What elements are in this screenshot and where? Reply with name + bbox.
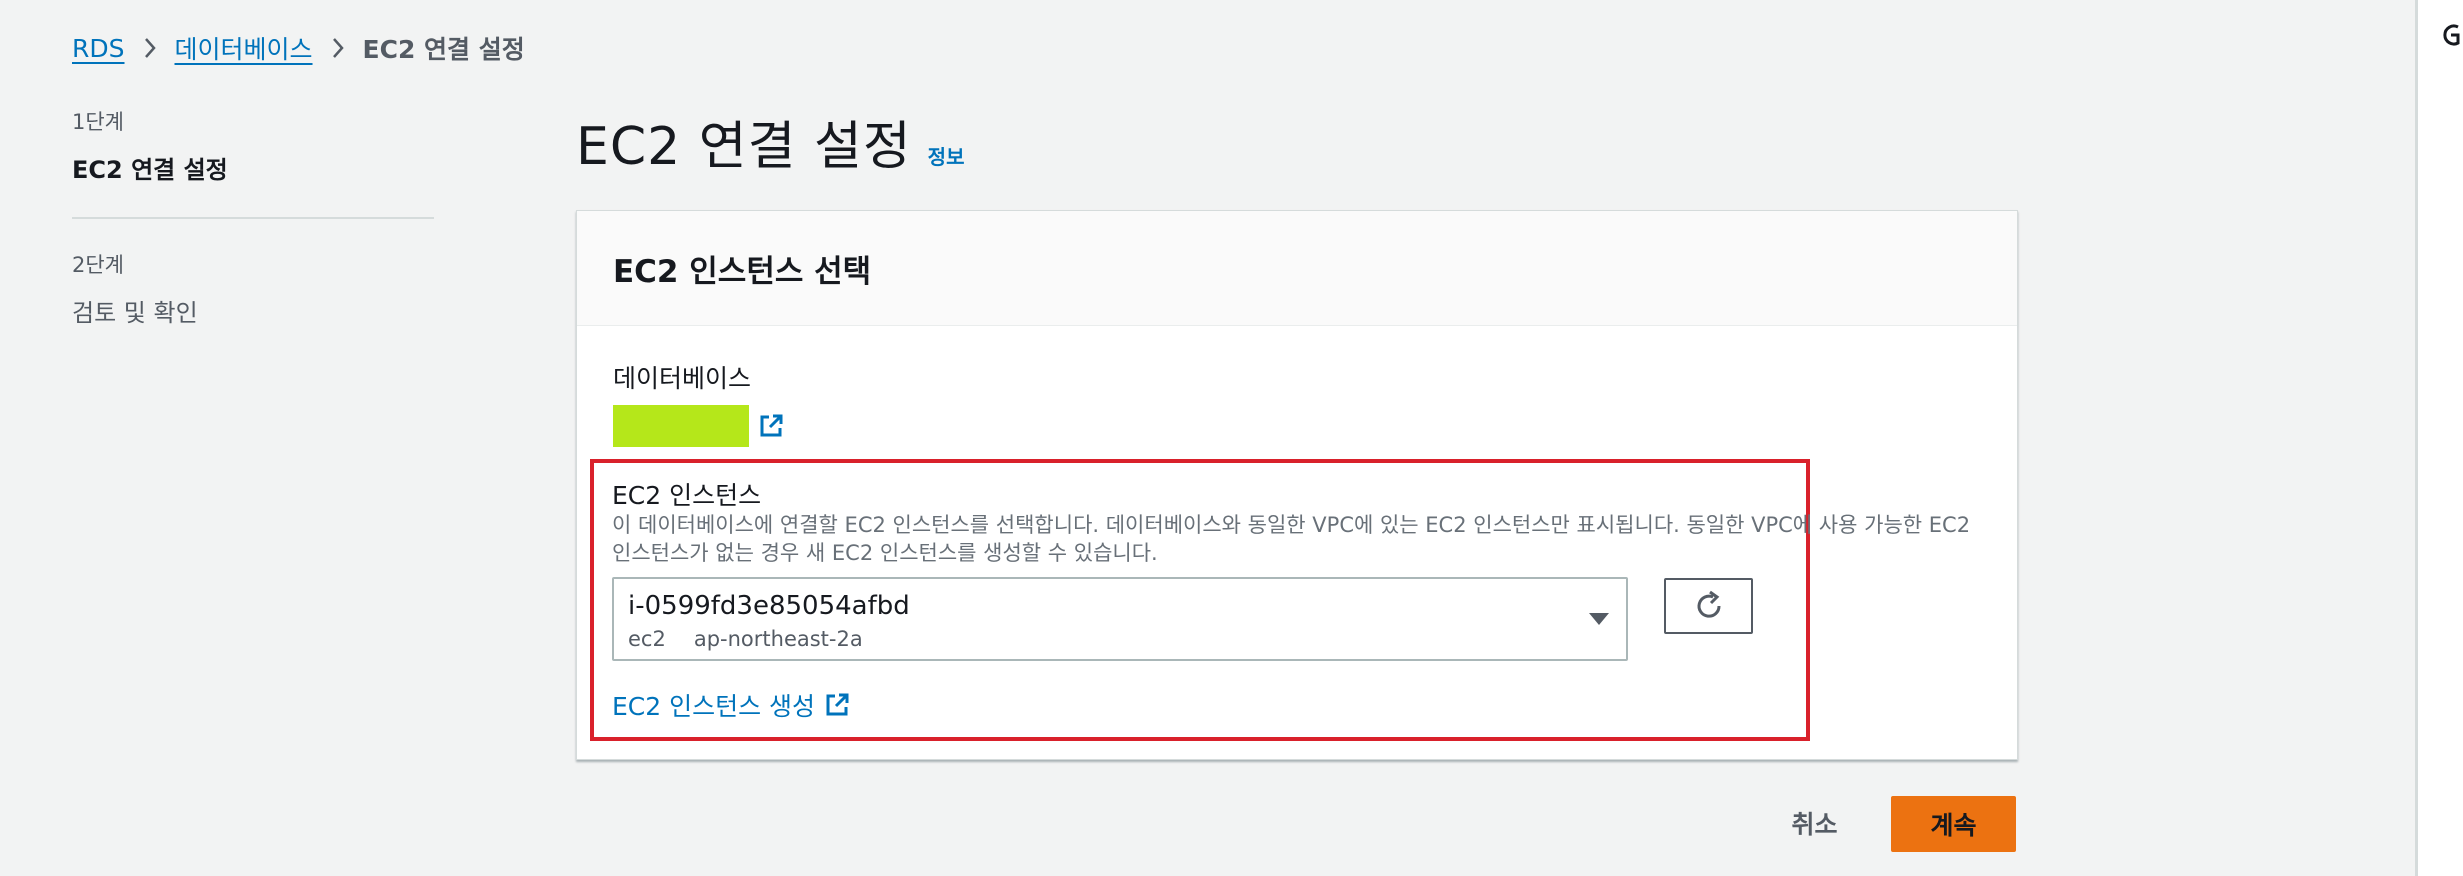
step-1: 1단계 EC2 연결 설정: [72, 106, 434, 185]
breadcrumb-current: EC2 연결 설정: [362, 35, 525, 64]
chevron-right-icon: [143, 36, 157, 60]
step-divider: [72, 217, 434, 219]
panel-header: EC2 인스턴스 선택: [577, 211, 2017, 326]
external-link-icon: [823, 691, 851, 719]
ec2-instance-label: EC2 인스턴스: [612, 481, 762, 510]
panel-title: EC2 인스턴스 선택: [613, 253, 872, 290]
refresh-icon: [1692, 589, 1726, 623]
ec2-instance-select[interactable]: i-0599fd3e85054afbd ec2 ap-northeast-2a: [612, 577, 1628, 661]
wizard-steps: 1단계 EC2 연결 설정 2단계 검토 및 확인: [72, 106, 434, 328]
side-panel-icon[interactable]: [2440, 20, 2462, 50]
instance-az-tag: ap-northeast-2a: [693, 627, 863, 651]
step-1-label: 1단계: [72, 110, 125, 134]
database-field: 데이터베이스: [613, 359, 785, 447]
refresh-button[interactable]: [1664, 578, 1753, 634]
breadcrumb: RDS 데이터베이스 EC2 연결 설정: [72, 30, 525, 66]
chevron-right-icon: [331, 36, 345, 60]
step-2-title: 검토 및 확인: [72, 299, 198, 327]
database-value: [613, 405, 785, 447]
external-link-icon[interactable]: [757, 412, 785, 440]
caret-down-icon: [1588, 611, 1610, 627]
step-2: 2단계 검토 및 확인: [72, 249, 434, 328]
redacted-database-name[interactable]: [613, 405, 749, 447]
cancel-button[interactable]: 취소: [1762, 798, 1867, 848]
info-link[interactable]: 정보: [928, 141, 965, 170]
page-header: EC2 연결 설정 정보: [576, 104, 964, 179]
continue-button[interactable]: 계속: [1891, 796, 2016, 852]
selected-instance-tags: ec2 ap-northeast-2a: [628, 627, 863, 651]
side-panel: [2418, 0, 2463, 876]
selected-instance-id: i-0599fd3e85054afbd: [628, 591, 910, 621]
ec2-instance-description: 이 데이터베이스에 연결할 EC2 인스턴스를 선택합니다. 데이터베이스와 동…: [612, 513, 1971, 565]
create-ec2-instance-link[interactable]: EC2 인스턴스 생성: [612, 687, 851, 723]
instance-name-tag: ec2: [628, 627, 666, 651]
step-2-label: 2단계: [72, 253, 125, 277]
page-title: EC2 연결 설정: [576, 117, 912, 177]
breadcrumb-link-rds[interactable]: RDS: [72, 34, 125, 63]
create-ec2-instance-label: EC2 인스턴스 생성: [612, 692, 816, 721]
database-label: 데이터베이스: [613, 364, 752, 393]
breadcrumb-link-databases[interactable]: 데이터베이스: [175, 30, 313, 66]
step-1-title: EC2 연결 설정: [72, 156, 228, 184]
